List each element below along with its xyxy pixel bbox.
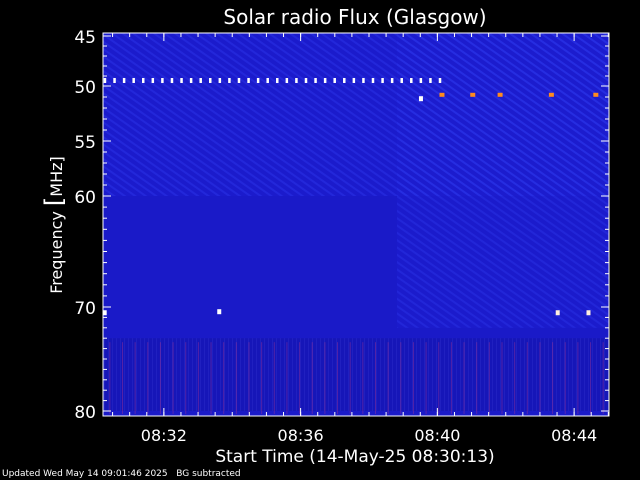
band-49-5-dot xyxy=(113,78,116,83)
band-49-5-dot xyxy=(419,78,423,83)
y-tick-label: 45 xyxy=(74,28,96,48)
band-49-5-dot xyxy=(295,78,298,83)
band-50-8-mark xyxy=(497,92,503,97)
band-49-5-dot xyxy=(266,78,269,83)
x-tick-label: 08:36 xyxy=(278,426,324,445)
plot-area xyxy=(102,33,609,416)
streak-region xyxy=(103,338,609,411)
band-49-5-dot xyxy=(429,78,432,83)
band-49-5-dot xyxy=(371,78,375,83)
y-axis-label: Frequency [MHz] xyxy=(40,156,68,294)
band-49-5-dot xyxy=(438,78,442,83)
band-49-5-dot xyxy=(304,78,308,83)
x-axis-label: Start Time (14-May-25 08:30:13) xyxy=(215,447,494,467)
band-49-5-dot xyxy=(103,78,107,83)
band-49-5-dot xyxy=(209,78,212,83)
band-49-5-dot xyxy=(400,78,403,83)
x-tick-label: 08:40 xyxy=(414,426,460,445)
band-49-5-dot xyxy=(189,78,193,83)
band-49-5-dot xyxy=(381,78,384,83)
footer-note: BG subtracted xyxy=(176,469,241,479)
band-49-5-dot xyxy=(247,78,250,83)
chart-title: Solar radio Flux (Glasgow) xyxy=(223,5,486,29)
band-49-5-dot xyxy=(122,78,126,83)
band-49-5-dot xyxy=(199,78,202,83)
band-49-5-dot xyxy=(333,78,336,83)
y-axis-label-unit: MHz] xyxy=(47,156,66,196)
band-49-5-dot xyxy=(180,78,183,83)
y-tick-label: 50 xyxy=(74,78,96,98)
burst-spot xyxy=(555,310,560,316)
band-49-5-dot xyxy=(170,78,174,83)
band-49-5-dot xyxy=(285,78,289,83)
band-49-5-dot xyxy=(142,78,145,83)
texture-diagonal xyxy=(397,33,609,328)
band-49-5-dot xyxy=(410,78,413,83)
band-49-5-dot xyxy=(390,78,394,83)
band-49-5-dot xyxy=(362,78,365,83)
y-tick-label: 60 xyxy=(74,188,96,208)
x-tick-label: 08:32 xyxy=(141,426,187,445)
band-50-8-mark xyxy=(593,92,599,97)
footer-updated: Updated Wed May 14 09:01:46 2025 xyxy=(2,469,168,479)
spectrogram-chart: 45 50 55 60 70 80 08:32 08:36 08:40 08:44 Solar r… xyxy=(40,5,610,467)
band-50-8-mark xyxy=(470,92,476,97)
y-axis-label-bracket: [ xyxy=(40,197,68,206)
y-tick-label: 55 xyxy=(74,133,96,153)
band-50-8-mark xyxy=(548,92,554,97)
burst-spot xyxy=(217,309,222,315)
band-49-5-dot xyxy=(161,78,164,83)
band-49-5-dot xyxy=(343,78,346,83)
band-49-5-dot xyxy=(276,78,279,83)
band-49-5-dot xyxy=(352,78,356,83)
band-49-5-dot xyxy=(256,78,260,83)
band-49-5-dot xyxy=(323,78,327,83)
x-tick-label: 08:44 xyxy=(551,426,597,445)
y-axis-label-text: Frequency xyxy=(47,206,66,294)
band-49-5-dot xyxy=(132,78,135,83)
burst-spot xyxy=(418,96,423,102)
y-tick-label: 70 xyxy=(74,299,96,319)
band-49-5-dot xyxy=(314,78,317,83)
band-49-5-dot xyxy=(151,78,155,83)
band-49-5-dot xyxy=(228,78,231,83)
band-49-5-dot xyxy=(218,78,222,83)
band-50-8-mark xyxy=(439,92,445,97)
y-tick-label: 80 xyxy=(74,403,96,423)
band-49-5-dot xyxy=(237,78,241,83)
burst-spot xyxy=(586,310,591,316)
footer: Updated Wed May 14 09:01:46 2025 BG subt… xyxy=(2,469,241,479)
